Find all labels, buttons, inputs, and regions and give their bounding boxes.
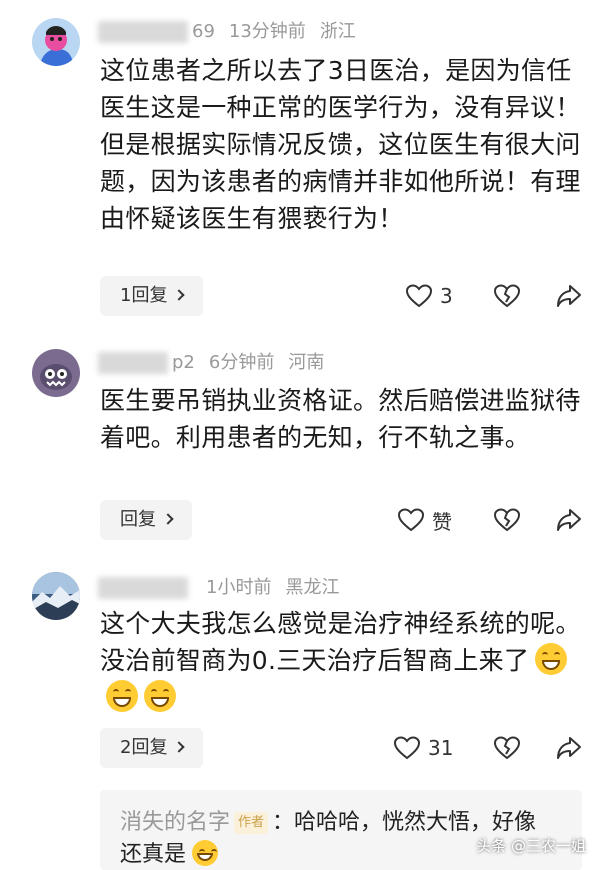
sub-reply-line-1: 消失的名字 作者 ：哈哈哈，恍然大悟，好像 bbox=[120, 804, 536, 836]
heart-icon bbox=[406, 284, 432, 308]
avatar[interactable] bbox=[32, 18, 80, 66]
like-count: 3 bbox=[440, 284, 453, 308]
share-button[interactable] bbox=[556, 500, 582, 540]
broken-heart-icon bbox=[494, 508, 520, 532]
comment-meta: 1小时前 黑龙江 bbox=[98, 576, 339, 600]
laugh-cry-emoji-icon bbox=[192, 840, 219, 866]
comment-text-content: 这个大夫我怎么感觉是治疗神经系统的呢。没治前智商为0.三天治疗后智商上来了 bbox=[100, 609, 581, 675]
comment-text: 这位患者之所以去了3日医治，是因为信任医生这是一种正常的医学行为，没有异议！但是… bbox=[100, 56, 581, 233]
comment-text: 这个大夫我怎么感觉是治疗神经系统的呢。没治前智商为0.三天治疗后智商上来了 bbox=[100, 605, 590, 716]
like-label: 赞 bbox=[432, 509, 452, 534]
avatar[interactable] bbox=[32, 349, 80, 397]
like-button[interactable]: 31 bbox=[394, 728, 453, 768]
blurred-username[interactable] bbox=[98, 21, 188, 43]
reply-button[interactable]: 回复 bbox=[100, 500, 192, 540]
grin-emoji-icon bbox=[535, 643, 568, 675]
like-count: 31 bbox=[428, 736, 454, 760]
sub-reply-username[interactable]: 消失的名字 bbox=[120, 810, 230, 835]
avatar[interactable] bbox=[32, 572, 80, 620]
sub-reply-line-2: 还真是 bbox=[120, 836, 219, 868]
share-icon bbox=[557, 285, 581, 307]
share-button[interactable] bbox=[556, 276, 582, 316]
blurred-username[interactable] bbox=[98, 352, 168, 374]
dislike-button[interactable] bbox=[494, 728, 520, 768]
share-icon bbox=[557, 509, 581, 531]
blurred-username[interactable] bbox=[98, 577, 188, 599]
comment-time: 1小时前 bbox=[206, 577, 272, 598]
comment-location: 黑龙江 bbox=[285, 577, 340, 598]
comment-location: 河南 bbox=[288, 352, 325, 373]
comment-time: 13分钟前 bbox=[228, 21, 306, 42]
comment-actions: 赞 bbox=[398, 500, 590, 540]
sub-reply-text: ：哈哈哈，恍然大悟，好像 bbox=[272, 810, 537, 835]
share-icon bbox=[557, 737, 581, 759]
chevron-right-icon bbox=[173, 289, 186, 301]
view-replies-button[interactable]: 2回复 bbox=[100, 728, 204, 768]
comment-location: 浙江 bbox=[319, 21, 356, 42]
heart-icon bbox=[394, 736, 420, 760]
chevron-right-icon bbox=[162, 513, 174, 525]
sub-reply-text-cont: 还真是 bbox=[120, 842, 187, 867]
chevron-right-icon bbox=[173, 741, 186, 753]
reply-label: 1回复 bbox=[120, 285, 168, 306]
comment-meta: 69 13分钟前 浙江 bbox=[98, 20, 356, 44]
broken-heart-icon bbox=[494, 284, 520, 308]
comment-time: 6分钟前 bbox=[208, 352, 275, 373]
grin-emoji-icon bbox=[106, 680, 138, 712]
comment-meta: p2 6分钟前 河南 bbox=[98, 351, 324, 375]
author-badge: 作者 bbox=[234, 812, 269, 834]
sub-reply-preview[interactable]: 消失的名字 作者 ：哈哈哈，恍然大悟，好像 还真是 bbox=[100, 790, 582, 870]
grin-emoji-icon bbox=[144, 680, 176, 712]
reply-label: 回复 bbox=[120, 509, 156, 530]
share-button[interactable] bbox=[556, 728, 582, 768]
like-button[interactable]: 赞 bbox=[398, 500, 452, 540]
heart-icon bbox=[398, 508, 424, 532]
dislike-button[interactable] bbox=[494, 500, 520, 540]
reply-label: 2回复 bbox=[120, 737, 168, 758]
comment-actions: 3 bbox=[400, 276, 590, 316]
watermark: 头条 @三农一姐 bbox=[476, 837, 586, 855]
like-button[interactable]: 3 bbox=[406, 276, 453, 316]
comment-actions: 31 bbox=[394, 728, 590, 768]
username[interactable]: 69 bbox=[192, 21, 215, 42]
comment-text: 医生要吊销执业资格证。然后赔偿进监狱待着吧。利用患者的无知，行不轨之事。 bbox=[100, 386, 581, 452]
view-replies-button[interactable]: 1回复 bbox=[100, 276, 204, 316]
dislike-button[interactable] bbox=[494, 276, 520, 316]
broken-heart-icon bbox=[494, 736, 520, 760]
username[interactable]: p2 bbox=[172, 352, 195, 373]
